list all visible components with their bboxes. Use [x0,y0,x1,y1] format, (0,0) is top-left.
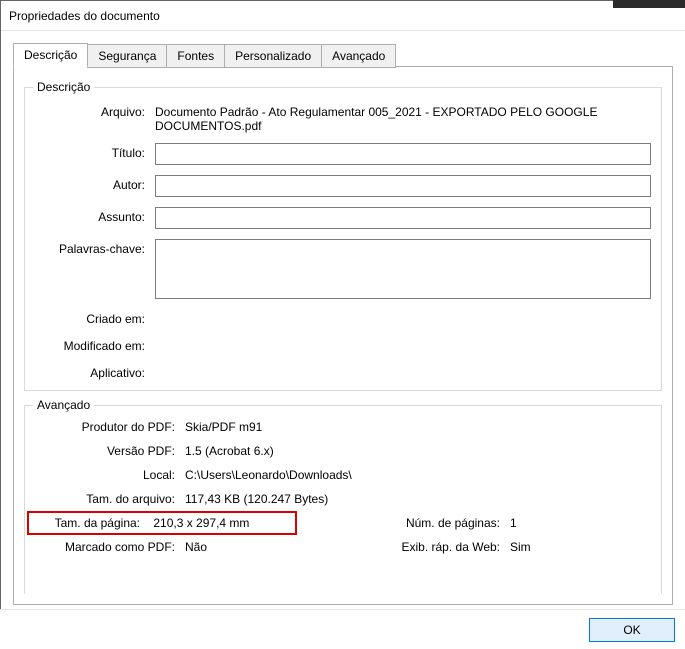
filesize-value: 117,43 KB (120.247 Bytes) [185,492,570,506]
pagesize-label: Tam. da página: [35,516,150,530]
author-input[interactable] [155,175,651,197]
dialog-window: Propriedades do documento Descrição Segu… [0,0,685,649]
location-value: C:\Users\Leonardo\Downloads\ [185,468,570,482]
tab-fonts[interactable]: Fontes [166,44,225,68]
pagecount-value: 1 [510,516,570,530]
modified-label: Modificado em: [35,336,155,353]
created-value [155,309,651,312]
description-group-title: Descrição [33,80,94,94]
version-value: 1.5 (Acrobat 6.x) [185,444,570,458]
fastweb-value: Sim [510,540,570,554]
author-label: Autor: [35,175,155,192]
version-label: Versão PDF: [35,444,185,458]
tab-strip: Descrição Segurança Fontes Personalizado… [13,43,673,67]
location-label: Local: [35,468,185,482]
keywords-label: Palavras-chave: [35,239,155,256]
subject-input[interactable] [155,207,651,229]
keywords-input[interactable] [155,239,651,299]
advanced-group: Avançado Produtor do PDF: Skia/PDF m91 V… [24,405,662,594]
modified-value [155,336,651,339]
ok-button[interactable]: OK [589,618,675,642]
title-bar: Propriedades do documento [1,1,685,31]
file-value: Documento Padrão - Ato Regulamentar 005_… [155,102,651,133]
tab-security[interactable]: Segurança [87,44,167,68]
pagesize-value: 210,3 x 297,4 mm [153,516,249,530]
tab-description[interactable]: Descrição [13,43,88,67]
decorative-corner [613,0,685,8]
window-title: Propriedades do documento [9,9,160,23]
tab-advanced[interactable]: Avançado [321,44,396,68]
button-bar: OK [0,609,685,649]
fastweb-label: Exib. ráp. da Web: [390,540,510,554]
tab-custom[interactable]: Personalizado [224,44,322,68]
application-value [155,363,651,366]
pagesize-highlight: Tam. da página: 210,3 x 297,4 mm [27,511,297,535]
application-label: Aplicativo: [35,363,155,380]
tagged-label: Marcado como PDF: [35,540,185,554]
file-label: Arquivo: [35,102,155,119]
tagged-value: Não [185,540,390,554]
description-group: Descrição Arquivo: Documento Padrão - At… [24,87,662,391]
title-label: Título: [35,143,155,160]
filesize-label: Tam. do arquivo: [35,492,185,506]
advanced-group-title: Avançado [33,398,94,412]
subject-label: Assunto: [35,207,155,224]
producer-value: Skia/PDF m91 [185,420,570,434]
pagecount-label: Núm. de páginas: [390,516,510,530]
content-area: Descrição Segurança Fontes Personalizado… [1,31,685,649]
producer-label: Produtor do PDF: [35,420,185,434]
tab-panel: Descrição Arquivo: Documento Padrão - At… [13,66,673,605]
title-input[interactable] [155,143,651,165]
created-label: Criado em: [35,309,155,326]
